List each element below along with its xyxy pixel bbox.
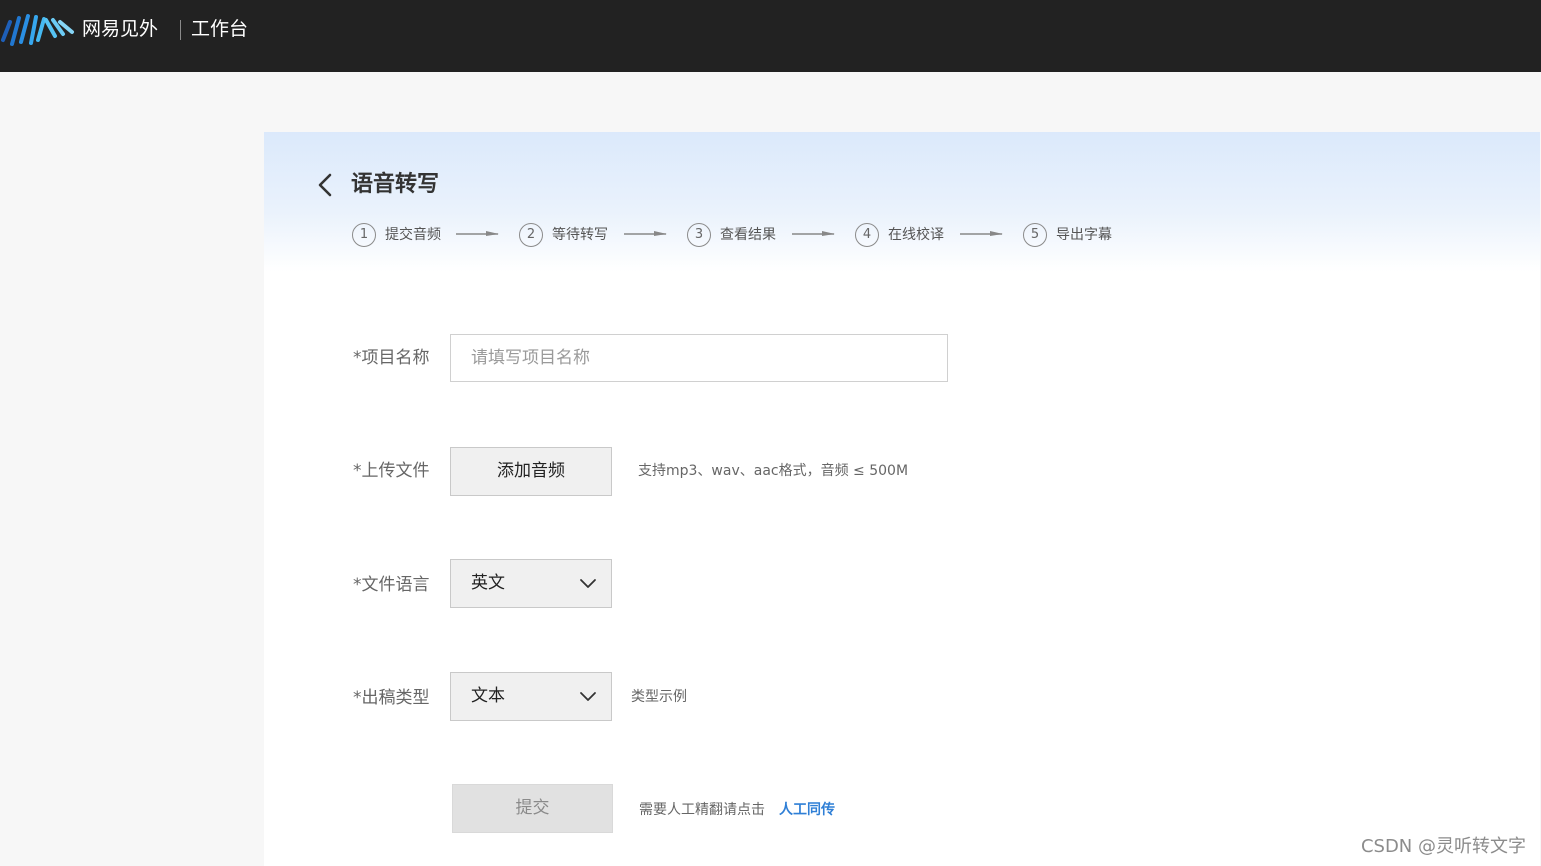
file-language-label: *文件语言 — [353, 575, 430, 595]
step-label: 提交音频 — [385, 227, 441, 243]
step-number: 3 — [687, 223, 711, 247]
submit-button[interactable]: 提交 — [452, 784, 613, 833]
chevron-down-icon — [580, 692, 596, 701]
step-label: 等待转写 — [552, 227, 608, 243]
step-arrow-icon — [792, 231, 835, 236]
output-type-label: *出稿类型 — [353, 688, 430, 708]
language-select-value: 英文 — [471, 573, 505, 593]
type-example-link[interactable]: 类型示例 — [631, 687, 687, 707]
human-translation-hint: 需要人工精翻请点击 — [639, 802, 765, 818]
page-title: 语音转写 — [351, 172, 440, 197]
step-number: 4 — [855, 223, 879, 247]
output-type-select-value: 文本 — [471, 686, 505, 706]
upload-format-hint: 支持mp3、wav、aac格式，音频 ≤ 500M — [638, 463, 909, 479]
step-number: 5 — [1023, 223, 1047, 247]
step-number: 2 — [519, 223, 543, 247]
language-select[interactable]: 英文 — [450, 559, 612, 608]
step-arrow-icon — [456, 231, 499, 236]
brand-name[interactable]: 网易见外 — [82, 16, 158, 42]
workbench-title[interactable]: 工作台 — [191, 16, 248, 42]
step-arrow-icon — [960, 231, 1003, 236]
csdn-watermark: CSDN @灵听转文字 — [1360, 836, 1526, 857]
project-name-label: *项目名称 — [353, 348, 430, 368]
top-bar: 网易见外 工作台 — [0, 0, 1541, 72]
human-interpretation-link[interactable]: 人工同传 — [779, 800, 835, 820]
netease-jianwai-logo-icon[interactable] — [0, 10, 75, 48]
chevron-down-icon — [580, 579, 596, 588]
back-chevron-icon[interactable] — [312, 170, 340, 200]
project-name-input[interactable] — [450, 334, 948, 382]
upload-file-label: *上传文件 — [353, 461, 430, 481]
step-label: 查看结果 — [720, 227, 776, 243]
brand-divider — [180, 20, 181, 40]
step-number: 1 — [352, 223, 376, 247]
step-arrow-icon — [624, 231, 667, 236]
add-audio-button[interactable]: 添加音频 — [450, 447, 612, 496]
step-label: 在线校译 — [888, 227, 944, 243]
step-label: 导出字幕 — [1056, 227, 1112, 243]
output-type-select[interactable]: 文本 — [450, 672, 612, 721]
